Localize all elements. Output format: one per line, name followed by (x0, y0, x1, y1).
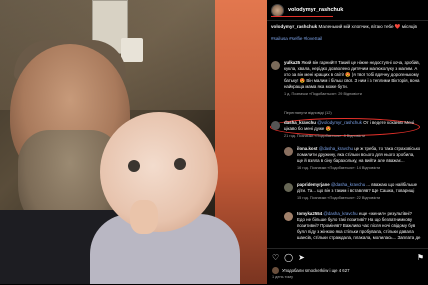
view-replies-link[interactable]: Переглянути відповіді (12) (284, 110, 332, 115)
photo-baby-hand (130, 200, 158, 234)
comment-username[interactable]: dasha_kravchu (284, 120, 316, 125)
post-header: volodymyr_rashchuk (271, 3, 343, 17)
like-comment-icon[interactable]: ♡ (414, 60, 418, 66)
comment-meta[interactable]: 15 год. Позначки «Подобається»: 22 Відпо… (297, 195, 421, 201)
photo-outlet (121, 38, 143, 62)
comment-reply: tomyka2554 @dasha_kravchu еще «женил» ре… (284, 211, 421, 241)
bookmark-icon[interactable]: ⚑ (417, 253, 424, 262)
comment-avatar[interactable] (271, 121, 280, 130)
avatar[interactable] (271, 3, 284, 17)
share-icon[interactable]: ➤ (298, 253, 305, 262)
comment-item: yulka25 Який він гарний!!! Такий це ніжн… (271, 60, 421, 97)
comment-item: dasha_kravchu @volodymyr_rashchuk От і в… (271, 120, 421, 139)
post-photo[interactable] (0, 0, 267, 284)
caption-username[interactable]: volodymyr_rashchuk (271, 24, 317, 29)
comment-reply: ilona.kost @dasha_kravchu це ж треба, то… (284, 146, 421, 171)
comment-avatar[interactable] (271, 61, 280, 70)
like-icon[interactable]: ♡ (272, 253, 279, 262)
comment-username[interactable]: ilona.kost (297, 146, 318, 151)
comment-text: Який він гарний!!! Такий це ніжне недост… (284, 60, 420, 89)
comment-meta[interactable]: 21 год. Позначки «Подобається»: 8 Відпов… (284, 133, 421, 139)
comment-icon[interactable]: ◯ (284, 253, 293, 262)
post-username[interactable]: volodymyr_rashchuk (288, 7, 343, 13)
caption-tags[interactable]: #sailusa #selfie #loveSail (271, 36, 322, 41)
caption-text: Маленький мій хлопчик, вітаю тебе ❤️ міс… (318, 24, 417, 29)
comment-avatar[interactable] (284, 147, 293, 156)
post-sidebar: volodymyr_rashchuk volodymyr_rashchuk Ма… (267, 0, 428, 284)
post-date: 1 день тому (272, 275, 293, 279)
highlight-underline (271, 16, 333, 17)
comment-avatar[interactable] (284, 212, 293, 221)
comment-username[interactable]: yulka25 (284, 60, 300, 65)
header-divider (267, 20, 428, 21)
likes-text: Уподобали smockerkiiw і ще 4 627 (282, 268, 350, 273)
photo-baby-eye-right (174, 158, 186, 170)
comment-meta[interactable]: 16 год. Позначки «Подобається»: 14 Відпо… (297, 165, 421, 171)
comment-reply: papridemyrjane @dasha_kravchu ... вважаю… (284, 182, 421, 201)
post-actions-bar: ♡ ◯ ➤ ⚑ Уподобали smockerkiiw і ще 4 627… (267, 248, 428, 285)
likes-summary[interactable]: Уподобали smockerkiiw і ще 4 627 (272, 267, 349, 274)
comment-mention[interactable]: @volodymyr_rashchuk (317, 120, 362, 125)
comment-username[interactable]: tomyka2554 (297, 211, 322, 216)
comment-avatar[interactable] (284, 183, 293, 192)
comment-mention[interactable]: @dasha_kravchu (331, 182, 365, 187)
comment-meta[interactable]: 1 д. Позначки «Подобається»: 29 Відповіс… (284, 91, 421, 97)
comment-mention[interactable]: @dasha_kravchu (319, 146, 353, 151)
liker-avatar (272, 267, 279, 274)
comment-mention[interactable]: @dasha_kravchu (323, 211, 357, 216)
photo-baby-face (100, 112, 218, 232)
post-caption: volodymyr_rashchuk Маленький мій хлопчик… (271, 24, 421, 43)
comment-username[interactable]: papridemyrjane (297, 182, 330, 187)
photo-baby-eye-left (128, 160, 140, 172)
